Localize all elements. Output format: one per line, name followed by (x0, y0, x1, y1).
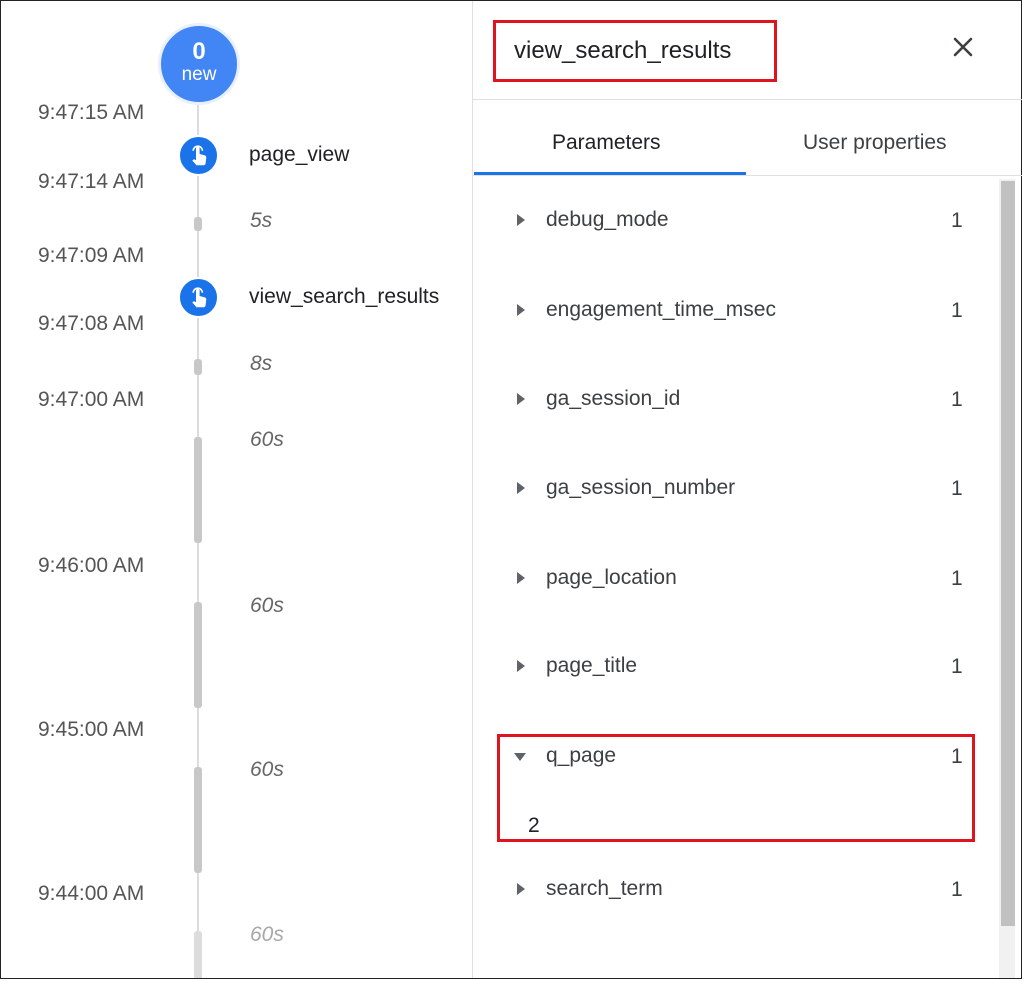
event-title: view_search_results (514, 37, 732, 64)
expand-arrow-icon[interactable] (517, 883, 525, 895)
tab-user-properties[interactable]: User properties (803, 131, 947, 155)
timeline-segment (194, 602, 202, 708)
param-row-ga-session-id[interactable]: ga_session_id 1 (473, 380, 993, 420)
header-divider (473, 99, 1022, 100)
event-name-view-search-results[interactable]: view_search_results (249, 285, 439, 309)
timeline-segment (194, 217, 202, 231)
param-name: page_title (546, 654, 638, 677)
param-value-q-page: 2 (528, 814, 540, 837)
param-count: 1 (951, 655, 963, 678)
duration-label: 8s (250, 352, 273, 375)
duration-label: 60s (250, 594, 284, 617)
tab-parameters[interactable]: Parameters (552, 131, 661, 155)
timestamp: 9:44:00 AM (38, 882, 145, 905)
new-events-count: 0 (192, 38, 206, 65)
tabs-divider (473, 175, 1022, 176)
timestamp: 9:47:15 AM (38, 101, 145, 124)
timestamp: 9:47:00 AM (38, 388, 145, 411)
param-count: 1 (951, 745, 963, 768)
new-events-label: new (181, 64, 217, 85)
duration-label: 5s (250, 209, 273, 232)
param-name: engagement_time_msec (546, 298, 776, 321)
touch-icon (191, 286, 206, 307)
expand-arrow-icon[interactable] (517, 304, 525, 316)
param-count: 1 (951, 299, 963, 322)
param-name: page_location (546, 566, 677, 589)
timestamp: 9:45:00 AM (38, 718, 145, 741)
timestamp: 9:46:00 AM (38, 554, 145, 577)
param-name: q_page (546, 744, 617, 767)
touch-icon (191, 144, 206, 165)
param-row-search-term[interactable]: search_term 1 (473, 870, 993, 910)
timeline-segment (194, 767, 202, 873)
duration-label: 60s (250, 758, 284, 781)
timeline-segment (194, 437, 202, 543)
param-name: search_term (546, 877, 663, 900)
scrollbar-thumb[interactable] (1001, 181, 1015, 926)
new-events-badge[interactable]: 0 new (158, 23, 240, 105)
timestamp: 9:47:09 AM (38, 244, 145, 267)
expand-arrow-icon[interactable] (517, 660, 525, 672)
duration-label: 60s (250, 923, 284, 946)
expand-arrow-icon[interactable] (517, 214, 525, 226)
param-row-debug-mode[interactable]: debug_mode 1 (473, 201, 993, 241)
param-name: ga_session_id (546, 387, 681, 410)
param-name: debug_mode (546, 208, 669, 231)
duration-label: 60s (250, 428, 284, 451)
timestamp: 9:47:08 AM (38, 312, 145, 335)
event-dot-view-search-results[interactable] (178, 277, 219, 318)
event-timeline[interactable]: 0 new 9:47:15 AM 9:47:14 AM 9:47:09 AM 9… (1, 1, 472, 978)
param-row-page-location[interactable]: page_location 1 (473, 559, 993, 599)
close-icon[interactable] (949, 33, 977, 61)
timestamp: 9:47:14 AM (38, 170, 145, 193)
param-row-page-title[interactable]: page_title 1 (473, 647, 993, 687)
param-count: 1 (951, 878, 963, 901)
event-details-panel: view_search_results Parameters User prop… (472, 1, 1022, 978)
expand-arrow-icon[interactable] (517, 482, 525, 494)
collapse-arrow-icon[interactable] (514, 753, 526, 761)
timeline-segment (194, 359, 202, 375)
param-row-q-page[interactable]: q_page 1 (473, 737, 993, 777)
param-count: 1 (951, 477, 963, 500)
event-name-page-view[interactable]: page_view (249, 143, 349, 167)
param-count: 1 (951, 209, 963, 232)
param-name: ga_session_number (546, 476, 736, 499)
event-dot-page-view[interactable] (178, 135, 219, 176)
timeline-segment (194, 931, 202, 978)
param-row-ga-session-number[interactable]: ga_session_number 1 (473, 469, 993, 509)
expand-arrow-icon[interactable] (517, 393, 525, 405)
param-count: 1 (951, 388, 963, 411)
expand-arrow-icon[interactable] (517, 572, 525, 584)
param-count: 1 (951, 567, 963, 590)
param-row-engagement-time-msec[interactable]: engagement_time_msec 1 (473, 291, 993, 331)
